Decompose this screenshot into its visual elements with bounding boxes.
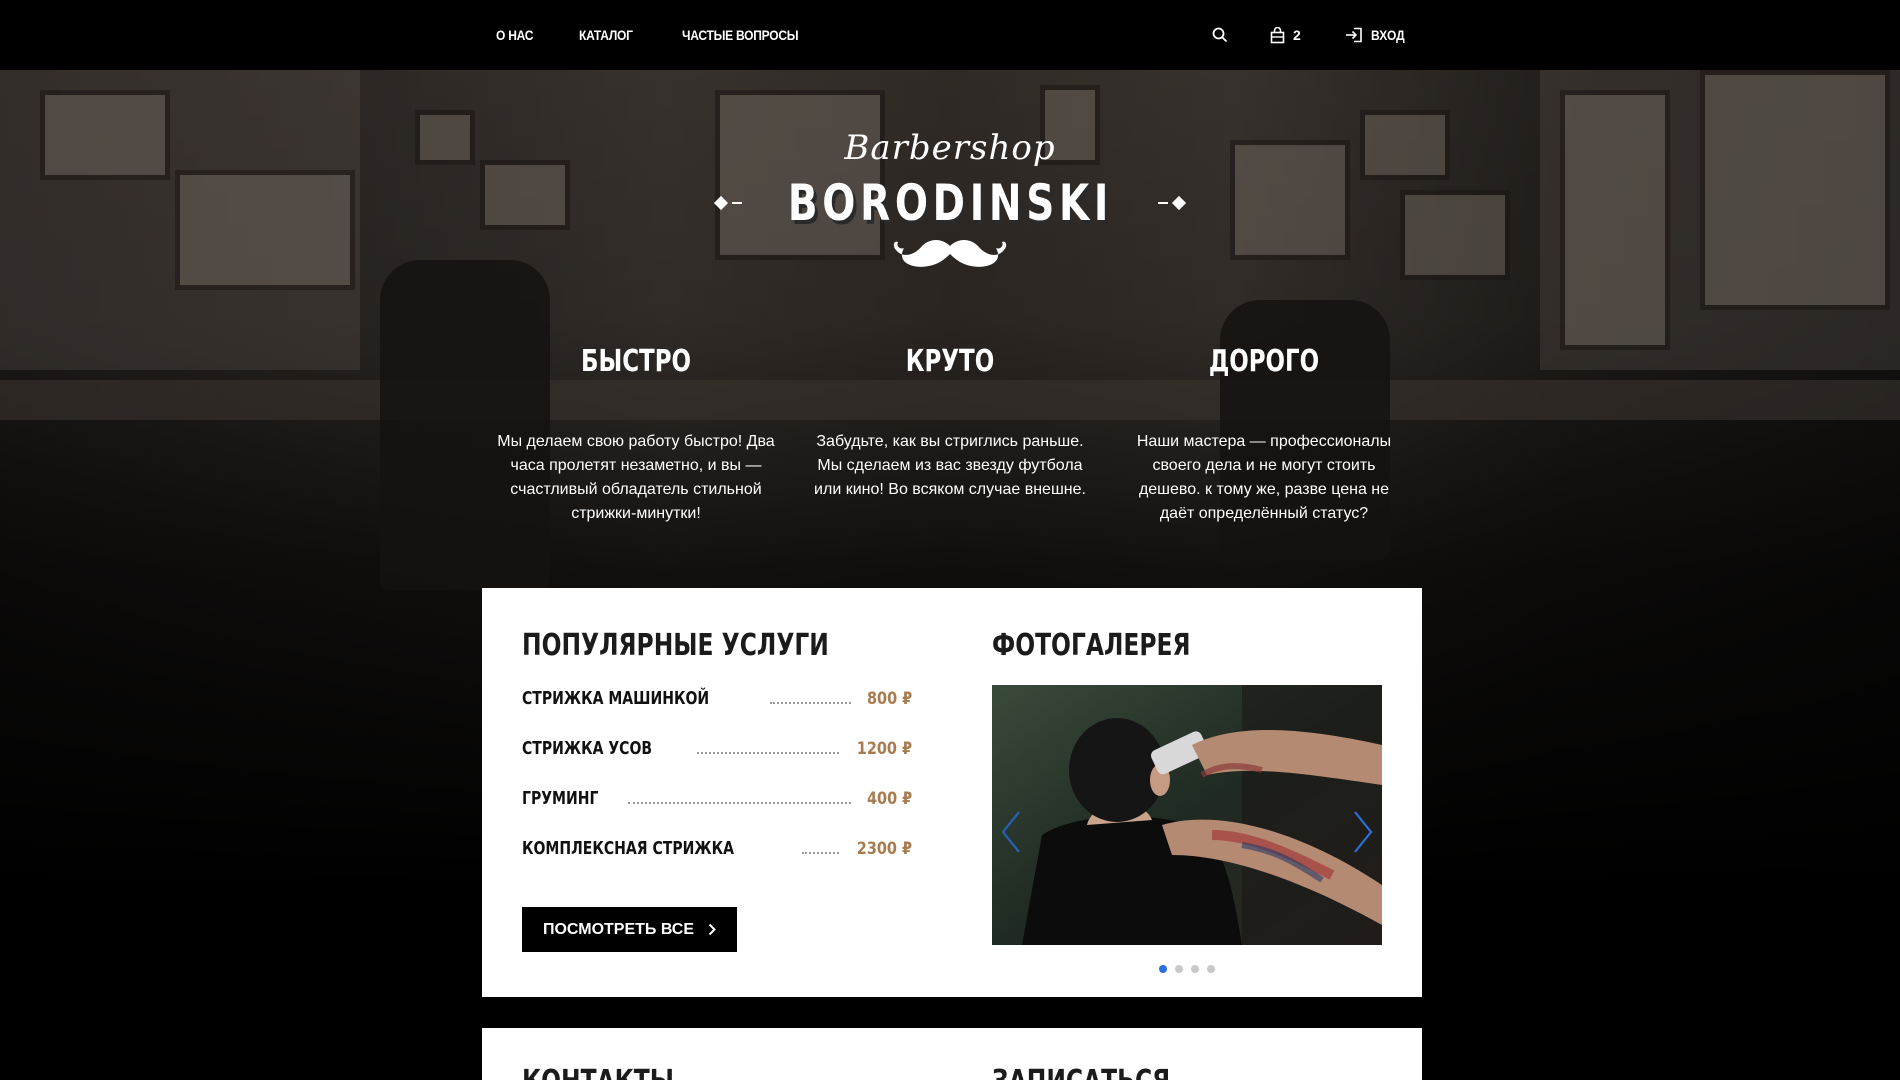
feature-text: Забудьте, как вы стриглись раньше. Мы сд… bbox=[814, 433, 1086, 498]
service-name: ГРУМИНГ bbox=[522, 788, 599, 809]
nav-item-about[interactable]: О НАС bbox=[496, 27, 533, 43]
search-button[interactable] bbox=[1212, 27, 1228, 43]
gallery-dot[interactable] bbox=[1191, 965, 1199, 973]
site-header: О НАС КАТАЛОГ ЧАСТЫЕ ВОПРОСЫ 2 ВХОД bbox=[0, 0, 1900, 70]
cart-count: 2 bbox=[1293, 27, 1301, 43]
gallery-photo bbox=[992, 685, 1382, 945]
gallery-dot[interactable] bbox=[1159, 965, 1167, 973]
feature-fast: БЫСТРО Мы делаем свою работу быстро! Два… bbox=[496, 340, 776, 526]
logo-script-text: Barbershop bbox=[844, 128, 1056, 168]
feature-text: Наши мастера — профессионалы своего дела… bbox=[1136, 433, 1392, 522]
feature-title: БЫСТРО bbox=[580, 344, 692, 379]
main-nav: О НАС КАТАЛОГ ЧАСТЫЕ ВОПРОСЫ bbox=[496, 0, 857, 70]
service-item: ГРУМИНГ 400 ₽ bbox=[522, 785, 912, 835]
contacts-title: КОНТАКТЫ bbox=[522, 1064, 674, 1080]
signup-title: ЗАПИСАТЬСЯ bbox=[992, 1064, 1170, 1080]
gallery-dot[interactable] bbox=[1175, 965, 1183, 973]
service-price: 1200 ₽ bbox=[856, 739, 912, 759]
feature-expensive: ДОРОГО Наши мастера — профессионалы свое… bbox=[1124, 340, 1404, 526]
service-price: 800 ₽ bbox=[866, 689, 912, 709]
popular-services: ПОПУЛЯРНЫЕ УСЛУГИ СТРИЖКА МАШИНКОЙ 800 ₽… bbox=[522, 628, 912, 952]
feature-title: КРУТО bbox=[905, 344, 995, 379]
feature-title: ДОРОГО bbox=[1208, 344, 1320, 379]
view-all-label: ПОСМОТРЕТЬ ВСЕ bbox=[542, 920, 695, 938]
diamond-ornament-right bbox=[1172, 195, 1187, 211]
services-title: ПОПУЛЯРНЫЕ УСЛУГИ bbox=[522, 628, 829, 663]
gallery-next-button[interactable] bbox=[1352, 810, 1374, 859]
gallery-prev-button[interactable] bbox=[1000, 810, 1022, 859]
gallery-title: ФОТОГАЛЕРЕЯ bbox=[992, 628, 1191, 663]
services-list: СТРИЖКА МАШИНКОЙ 800 ₽ СТРИЖКА УСОВ 1200… bbox=[522, 685, 912, 885]
nav-item-faq[interactable]: ЧАСТЫЕ ВОПРОСЫ bbox=[682, 27, 799, 43]
photo-gallery: ФОТОГАЛЕРЕЯ bbox=[992, 628, 1382, 973]
view-all-button[interactable]: ПОСМОТРЕТЬ ВСЕ bbox=[522, 907, 737, 952]
search-icon bbox=[1212, 27, 1228, 43]
mustache-icon bbox=[893, 240, 1007, 267]
gallery-pagination bbox=[992, 965, 1382, 973]
services-gallery-card: ПОПУЛЯРНЫЕ УСЛУГИ СТРИЖКА МАШИНКОЙ 800 ₽… bbox=[482, 588, 1422, 997]
login-button[interactable]: ВХОД bbox=[1345, 27, 1410, 43]
chevron-right-icon bbox=[708, 923, 716, 936]
service-item: КОМПЛЕКСНАЯ СТРИЖКА 2300 ₽ bbox=[522, 835, 912, 885]
chevron-left-icon bbox=[1001, 811, 1020, 853]
diamond-ornament-left bbox=[713, 195, 728, 211]
service-price: 400 ₽ bbox=[866, 789, 912, 809]
feature-text: Мы делаем свою работу быстро! Два часа п… bbox=[497, 433, 775, 522]
login-label: ВХОД bbox=[1370, 27, 1405, 43]
service-price: 2300 ₽ bbox=[856, 839, 912, 859]
service-name: СТРИЖКА МАШИНКОЙ bbox=[522, 688, 710, 709]
user-bar: 2 ВХОД bbox=[1212, 0, 1410, 70]
nav-item-catalog[interactable]: КАТАЛОГ bbox=[579, 27, 633, 43]
logo-name: BORODINSKI bbox=[787, 174, 1113, 232]
contacts-signup-card: КОНТАКТЫ ЗАПИСАТЬСЯ bbox=[482, 1028, 1422, 1080]
feature-cool: КРУТО Забудьте, как вы стриглись раньше.… bbox=[810, 340, 1090, 526]
gallery-slide bbox=[992, 685, 1382, 945]
service-name: КОМПЛЕКСНАЯ СТРИЖКА bbox=[522, 838, 734, 859]
service-name: СТРИЖКА УСОВ bbox=[522, 738, 653, 759]
cart-button[interactable]: 2 bbox=[1270, 26, 1301, 44]
basket-icon bbox=[1270, 26, 1285, 43]
login-icon bbox=[1345, 27, 1362, 43]
features: БЫСТРО Мы делаем свою работу быстро! Два… bbox=[496, 340, 1404, 526]
gallery-dot[interactable] bbox=[1207, 965, 1215, 973]
chevron-right-icon bbox=[1354, 811, 1373, 853]
service-item: СТРИЖКА МАШИНКОЙ 800 ₽ bbox=[522, 685, 912, 735]
site-logo[interactable]: Barbershop BORODINSKI bbox=[0, 128, 1900, 272]
service-item: СТРИЖКА УСОВ 1200 ₽ bbox=[522, 735, 912, 785]
